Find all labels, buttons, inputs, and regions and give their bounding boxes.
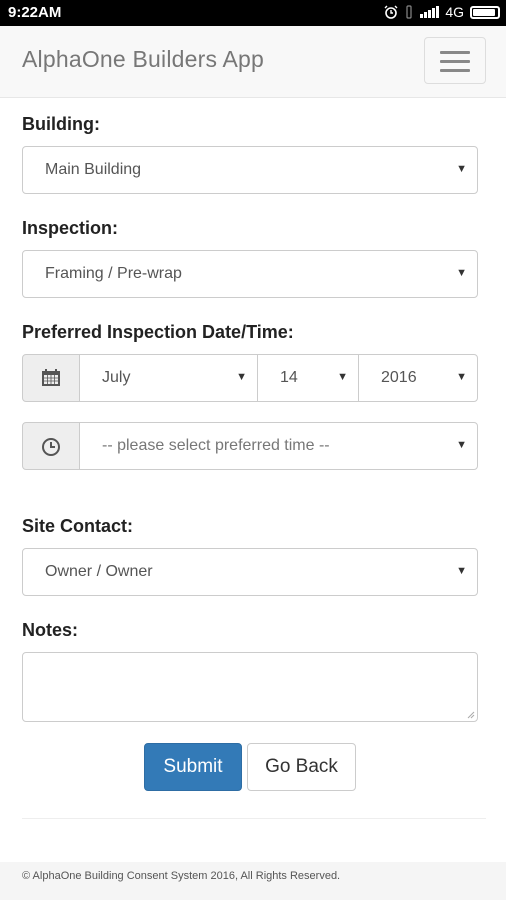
notes-label: Notes: [22, 620, 79, 640]
building-select[interactable]: Main Building ▼ [22, 146, 478, 194]
date-time-label: Preferred Inspection Date/Time: [22, 322, 294, 342]
chevron-down-icon: ▼ [236, 371, 247, 383]
signal-icon [420, 6, 440, 18]
battery-icon [470, 5, 500, 19]
notes-textarea[interactable] [22, 652, 478, 722]
alarm-icon [384, 5, 398, 19]
app-brand[interactable]: AlphaOne Builders App [22, 46, 264, 73]
submit-button[interactable]: Submit [144, 743, 242, 791]
chevron-down-icon: ▼ [456, 565, 467, 577]
status-bar: 9:22AM 4G [0, 0, 506, 26]
status-icons: 4G [384, 4, 500, 20]
site-contact-label: Site Contact: [22, 516, 134, 536]
site-contact-select[interactable]: Owner / Owner ▼ [22, 548, 478, 596]
chevron-down-icon: ▼ [456, 163, 467, 175]
status-time: 9:22AM [8, 4, 62, 21]
footer-copyright: © AlphaOne Building Consent System 2016,… [22, 870, 341, 882]
footer: © AlphaOne Building Consent System 2016,… [0, 862, 506, 900]
clock-addon [22, 422, 80, 470]
time-select[interactable]: -- please select preferred time -- ▼ [79, 422, 478, 470]
network-type: 4G [445, 4, 464, 20]
vibrate-icon [406, 5, 412, 19]
month-select[interactable]: July ▼ [79, 354, 258, 402]
building-value: Main Building [45, 161, 142, 178]
month-value: July [102, 369, 131, 386]
inspection-select[interactable]: Framing / Pre-wrap ▼ [22, 250, 478, 298]
chevron-down-icon: ▼ [456, 267, 467, 279]
navbar: AlphaOne Builders App [0, 26, 506, 98]
chevron-down-icon: ▼ [456, 439, 467, 451]
go-back-button[interactable]: Go Back [247, 743, 356, 791]
year-value: 2016 [381, 369, 417, 386]
time-placeholder: -- please select preferred time -- [102, 437, 330, 454]
site-contact-value: Owner / Owner [45, 563, 153, 580]
calendar-icon [42, 369, 60, 386]
calendar-addon [22, 354, 80, 402]
clock-icon [42, 438, 60, 456]
day-select[interactable]: 14 ▼ [257, 354, 359, 402]
year-select[interactable]: 2016 ▼ [358, 354, 478, 402]
inspection-label: Inspection: [22, 218, 119, 238]
day-value: 14 [280, 369, 298, 386]
chevron-down-icon: ▼ [456, 371, 467, 383]
resize-handle-icon[interactable] [467, 711, 475, 719]
building-label: Building: [22, 114, 100, 134]
hamburger-menu-icon[interactable] [424, 37, 486, 84]
divider [22, 818, 486, 819]
chevron-down-icon: ▼ [337, 371, 348, 383]
inspection-value: Framing / Pre-wrap [45, 265, 182, 282]
